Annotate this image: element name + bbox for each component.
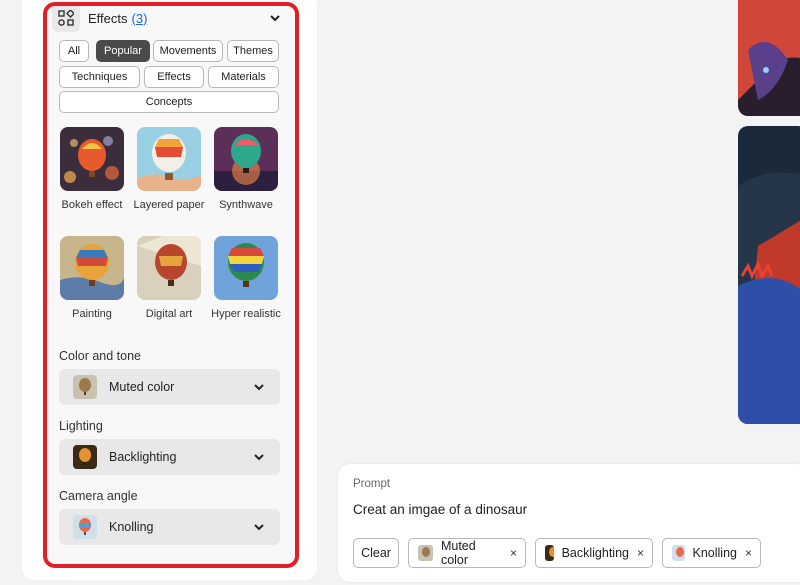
balloon-thumb-icon	[73, 375, 97, 399]
prompt-box: Prompt Creat an imgae of a dinosaur Clea…	[338, 464, 800, 582]
filter-materials[interactable]: Materials	[208, 66, 279, 88]
style-label: Hyper realistic	[211, 308, 281, 320]
clear-button[interactable]: Clear	[353, 538, 399, 568]
lighting-label: Lighting	[59, 419, 103, 433]
lighting-value: Backlighting	[109, 450, 177, 464]
camera-angle-dropdown[interactable]: Knolling	[59, 509, 280, 545]
filter-techniques[interactable]: Techniques	[59, 66, 140, 88]
chip-label: Knolling	[692, 546, 737, 560]
chevron-down-icon[interactable]	[268, 11, 282, 25]
effects-header[interactable]: Effects (3)	[52, 4, 288, 32]
generated-image[interactable]	[738, 126, 800, 424]
filter-movements[interactable]: Movements	[153, 40, 223, 62]
chip-label: Backlighting	[561, 546, 629, 560]
effects-title: Effects	[88, 10, 128, 26]
close-icon[interactable]: ×	[637, 546, 644, 560]
tag-chip-backlighting: Backlighting ×	[535, 538, 653, 568]
generated-image[interactable]	[738, 0, 800, 116]
filter-all[interactable]: All	[59, 40, 89, 62]
camera-angle-value: Knolling	[109, 520, 154, 534]
effects-icon	[52, 4, 80, 32]
prompt-label: Prompt	[353, 478, 391, 490]
prompt-input[interactable]: Creat an imgae of a dinosaur	[353, 502, 527, 517]
color-tone-label: Color and tone	[59, 349, 142, 363]
balloon-thumb-icon	[73, 515, 97, 539]
tag-chip-muted-color: Muted color ×	[408, 538, 526, 568]
balloon-thumb-icon	[545, 545, 554, 561]
clear-label: Clear	[361, 546, 391, 560]
style-thumb-layered-paper[interactable]	[137, 127, 201, 191]
color-tone-value: Muted color	[109, 380, 175, 394]
filter-concepts[interactable]: Concepts	[59, 91, 279, 113]
camera-angle-label: Camera angle	[59, 489, 138, 503]
balloon-thumb-icon	[672, 545, 685, 561]
style-thumb-hyper-realistic[interactable]	[214, 236, 278, 300]
filter-themes[interactable]: Themes	[227, 40, 279, 62]
filter-effects[interactable]: Effects	[144, 66, 204, 88]
chevron-down-icon	[254, 454, 264, 461]
effects-count-link[interactable]: (3)	[132, 11, 148, 26]
chevron-down-icon	[254, 384, 264, 391]
style-thumb-synthwave[interactable]	[214, 127, 278, 191]
tag-chip-knolling: Knolling ×	[662, 538, 761, 568]
style-thumb-painting[interactable]	[60, 236, 124, 300]
balloon-thumb-icon	[418, 545, 433, 561]
lighting-dropdown[interactable]: Backlighting	[59, 439, 280, 475]
style-thumb-digital-art[interactable]	[137, 236, 201, 300]
style-label: Synthwave	[219, 199, 273, 211]
close-icon[interactable]: ×	[745, 546, 752, 560]
balloon-thumb-icon	[73, 445, 97, 469]
filter-popular[interactable]: Popular	[96, 40, 150, 62]
chip-label: Muted color	[440, 539, 476, 567]
style-thumb-bokeh[interactable]	[60, 127, 124, 191]
chevron-down-icon	[254, 524, 264, 531]
color-tone-dropdown[interactable]: Muted color	[59, 369, 280, 405]
close-icon[interactable]: ×	[510, 546, 517, 560]
